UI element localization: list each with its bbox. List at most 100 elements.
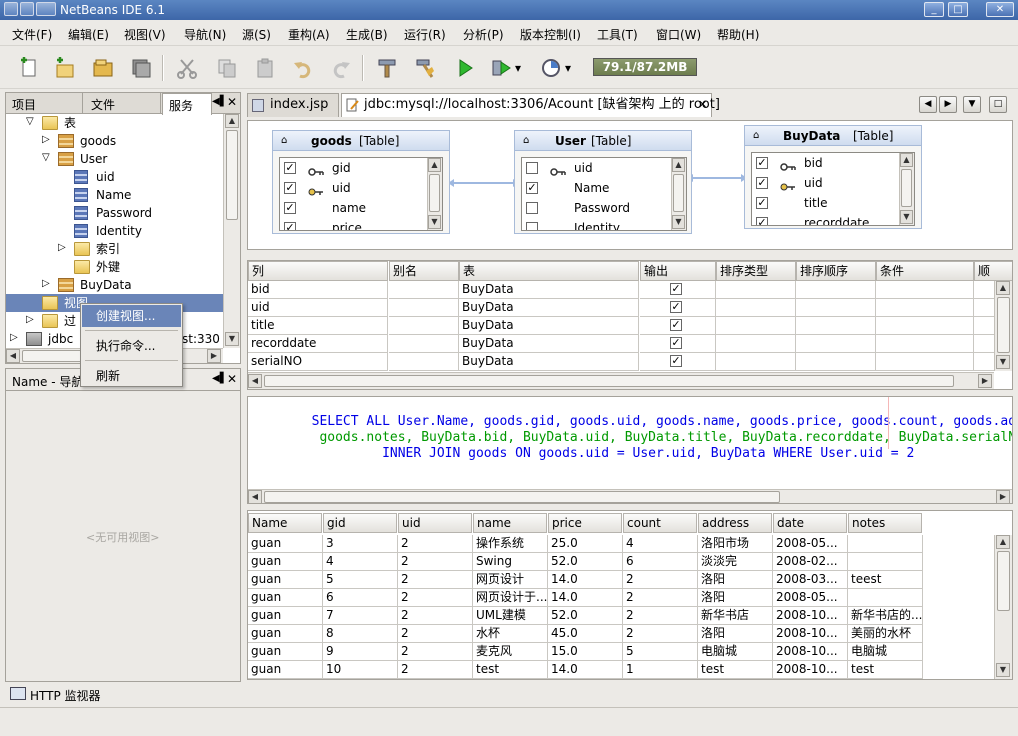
- results-cell[interactable]: [848, 589, 923, 607]
- scroll-left-icon[interactable]: ◀: [248, 490, 262, 503]
- clean-build-icon[interactable]: [412, 56, 438, 80]
- new-project-icon[interactable]: [52, 56, 78, 80]
- criteria-cell[interactable]: [796, 353, 876, 371]
- results-cell[interactable]: guan: [248, 661, 323, 679]
- results-cell[interactable]: 9: [323, 643, 398, 661]
- menu-7[interactable]: 运行(R): [404, 26, 446, 43]
- results-cell[interactable]: 7: [323, 607, 398, 625]
- column-output-checkbox[interactable]: ✓: [756, 197, 768, 209]
- expand-toggle-icon[interactable]: ▷: [58, 243, 68, 253]
- results-header[interactable]: gid: [323, 513, 397, 533]
- results-cell[interactable]: 2008-10...: [773, 625, 848, 643]
- column-output-checkbox[interactable]: ✓: [756, 157, 768, 169]
- criteria-cell[interactable]: [716, 353, 796, 371]
- results-cell[interactable]: 新华书店的...: [848, 607, 923, 625]
- results-cell[interactable]: 2008-10...: [773, 661, 848, 679]
- menu-4[interactable]: 源(S): [242, 26, 271, 43]
- copy-icon[interactable]: [214, 56, 240, 80]
- scroll-thumb[interactable]: [901, 169, 912, 207]
- column-output-checkbox[interactable]: ✓: [526, 182, 538, 194]
- diagram-table-goods[interactable]: ⌂ goods [Table] ✓ gid ✓ uid ✓ name ✓ price ▲ ▼: [272, 130, 450, 234]
- results-header[interactable]: name: [473, 513, 547, 533]
- diagram-table-scrollbar[interactable]: ▲ ▼: [671, 158, 686, 230]
- results-cell[interactable]: 2008-03...: [773, 571, 848, 589]
- tree-node[interactable]: ▽ 表: [6, 114, 223, 132]
- expand-toggle-icon[interactable]: ▷: [10, 333, 20, 343]
- sql-horizontal-scrollbar[interactable]: ◀ ▶: [248, 489, 1012, 503]
- profile-dropdown-icon[interactable]: ▾: [562, 56, 574, 80]
- results-cell[interactable]: guan: [248, 643, 323, 661]
- criteria-cell[interactable]: [716, 281, 796, 299]
- criteria-cell[interactable]: [389, 299, 459, 317]
- diagram-table-header[interactable]: ⌂ goods [Table]: [273, 131, 449, 151]
- new-file-icon[interactable]: [16, 56, 42, 80]
- results-cell[interactable]: [848, 553, 923, 571]
- scroll-thumb[interactable]: [429, 174, 440, 212]
- scroll-up-icon[interactable]: ▲: [900, 153, 913, 167]
- results-vertical-scrollbar[interactable]: ▲ ▼: [994, 535, 1012, 679]
- results-cell[interactable]: 45.0: [548, 625, 623, 643]
- collapse-table-icon[interactable]: ⌂: [281, 131, 287, 151]
- diagram-table-header[interactable]: ⌂ User [Table]: [515, 131, 691, 151]
- column-output-checkbox[interactable]: ✓: [756, 217, 768, 225]
- criteria-cell[interactable]: [876, 335, 974, 353]
- menu-12[interactable]: 帮助(H): [717, 26, 759, 43]
- paste-icon[interactable]: [252, 56, 278, 80]
- results-cell[interactable]: 4: [623, 535, 698, 553]
- output-checkbox[interactable]: ✓: [670, 355, 682, 367]
- output-checkbox[interactable]: ✓: [670, 283, 682, 295]
- scroll-thumb[interactable]: [264, 375, 954, 387]
- results-cell[interactable]: 1: [623, 661, 698, 679]
- scroll-up-icon[interactable]: ▲: [428, 158, 441, 172]
- window-menu-icon-2[interactable]: [20, 2, 34, 16]
- criteria-cell[interactable]: BuyData: [459, 335, 639, 353]
- results-header[interactable]: uid: [398, 513, 472, 533]
- results-cell[interactable]: 2008-05...: [773, 589, 848, 607]
- results-cell[interactable]: UML建模: [473, 607, 548, 625]
- scroll-right-icon[interactable]: ▶: [207, 349, 221, 363]
- tree-node[interactable]: uid: [6, 168, 223, 186]
- results-cell[interactable]: 洛阳市场: [698, 535, 773, 553]
- column-output-checkbox[interactable]: ✓: [284, 162, 296, 174]
- scroll-up-icon[interactable]: ▲: [996, 281, 1010, 295]
- criteria-cell[interactable]: uid: [248, 299, 388, 317]
- scroll-down-icon[interactable]: ▼: [900, 210, 913, 224]
- scroll-down-icon[interactable]: ▼: [225, 332, 239, 346]
- scroll-thumb[interactable]: [673, 174, 684, 212]
- tree-node[interactable]: ▽ User: [6, 150, 223, 168]
- column-output-checkbox[interactable]: ✓: [284, 202, 296, 214]
- results-cell[interactable]: 2: [398, 589, 473, 607]
- expand-toggle-icon[interactable]: ▷: [42, 135, 52, 145]
- column-output-checkbox[interactable]: ✓: [756, 177, 768, 189]
- results-cell[interactable]: 网页设计于...: [473, 589, 548, 607]
- criteria-cell[interactable]: [876, 281, 974, 299]
- tree-node[interactable]: Password: [6, 204, 223, 222]
- criteria-header[interactable]: 顺: [974, 261, 1012, 281]
- menu-item-refresh[interactable]: 刷新: [82, 365, 181, 387]
- open-project-icon[interactable]: [90, 56, 116, 80]
- column-output-checkbox[interactable]: ✓: [284, 182, 296, 194]
- expand-toggle-icon[interactable]: ▷: [26, 315, 36, 325]
- column-output-checkbox[interactable]: ✓: [284, 222, 296, 230]
- results-cell[interactable]: 5: [623, 643, 698, 661]
- undo-icon[interactable]: [290, 56, 316, 80]
- results-cell[interactable]: 2: [398, 607, 473, 625]
- results-cell[interactable]: 14.0: [548, 589, 623, 607]
- results-cell[interactable]: guan: [248, 553, 323, 571]
- show-opened-docs-icon[interactable]: ▼: [963, 96, 981, 113]
- menu-item-execute-command[interactable]: 执行命令...: [82, 335, 181, 357]
- run-icon[interactable]: [452, 56, 478, 80]
- splitter[interactable]: [247, 504, 1013, 508]
- results-cell[interactable]: 52.0: [548, 607, 623, 625]
- criteria-cell[interactable]: [716, 299, 796, 317]
- criteria-cell[interactable]: [796, 335, 876, 353]
- column-output-checkbox[interactable]: [526, 222, 538, 230]
- results-cell[interactable]: 2: [623, 625, 698, 643]
- criteria-vertical-scrollbar[interactable]: ▲ ▼: [994, 281, 1012, 371]
- scroll-up-icon[interactable]: ▲: [672, 158, 685, 172]
- results-cell[interactable]: 电脑城: [698, 643, 773, 661]
- scroll-left-icon[interactable]: ◀: [6, 349, 20, 363]
- scroll-thumb[interactable]: [997, 297, 1010, 353]
- menu-9[interactable]: 版本控制(I): [520, 26, 581, 43]
- diagram-table-header[interactable]: ⌂ BuyData [Table]: [745, 126, 921, 146]
